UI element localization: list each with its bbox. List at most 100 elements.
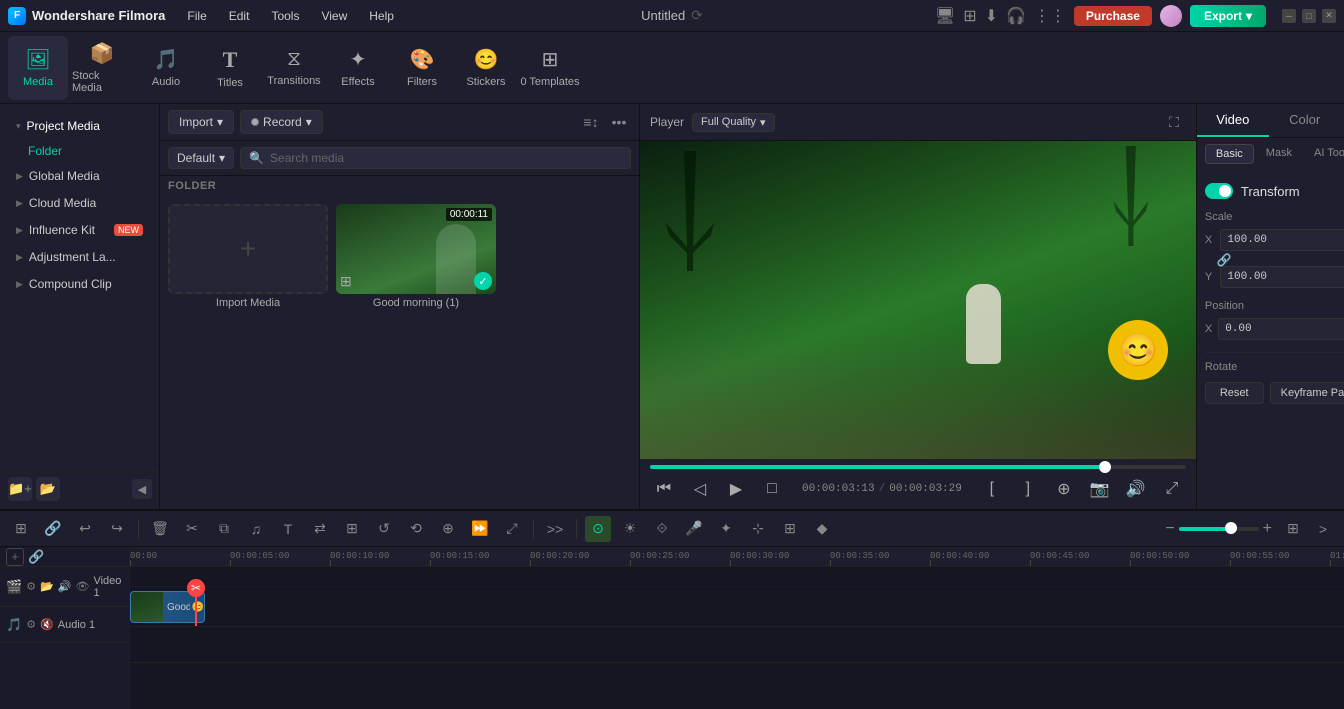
filter-sort-button[interactable]: ≡↕ [579,110,603,134]
import-media-card[interactable]: + [168,204,328,294]
play-button[interactable]: ▶ [722,475,750,503]
scale-y-input[interactable] [1220,266,1344,288]
import-button[interactable]: Import ▾ [168,110,234,134]
minimize-button[interactable]: ─ [1282,9,1296,23]
fullscreen-button[interactable]: ⤢ [1158,475,1186,503]
zoom-in-button[interactable]: + [1263,520,1272,538]
tl-ai-button[interactable]: ✦ [713,516,739,542]
user-avatar[interactable] [1160,5,1182,27]
tl-redo-button[interactable]: ↪ [104,516,130,542]
tl-audio-button[interactable]: ♫ [243,516,269,542]
mark-in-button[interactable]: [ [978,475,1006,503]
tl-keyframe-button[interactable]: ◆ [809,516,835,542]
quality-select[interactable]: Full Quality ▾ [692,113,775,132]
tl-loop-button[interactable]: ⟲ [403,516,429,542]
pos-x-input[interactable] [1218,318,1344,340]
keyframe-button[interactable]: Keyframe Panel [1270,382,1344,404]
sidebar-folder[interactable]: Folder [0,140,159,162]
export-button[interactable]: Export ▾ [1190,5,1266,27]
video-track-settings-icon[interactable]: ⚙ [26,580,36,593]
tl-motion-track-button[interactable]: ⊹ [745,516,771,542]
video-track[interactable]: ✂ Good ... 😊 [130,587,1344,627]
tab-color[interactable]: Color [1269,104,1341,137]
media-thumbnail-0[interactable]: 00:00:11 ✓ ⊞ [336,204,496,294]
timeline-scroll-area[interactable]: 00:00 00:00:05:00 00:00:10:00 00:00:15:0… [130,547,1344,709]
tl-link-icon[interactable]: 🔗 [28,549,44,565]
zoom-slider[interactable] [1179,527,1259,531]
playhead[interactable]: ✂ [195,587,197,626]
tl-fullscreen-button[interactable]: ⤢ [499,516,525,542]
tl-grid-view-button[interactable]: ⊞ [1280,516,1306,542]
toolbar-audio[interactable]: 🎵 Audio [136,36,196,100]
sidebar-item-cloud-media[interactable]: ▶ Cloud Media [4,190,155,216]
frame-back-button[interactable]: ◁ [686,475,714,503]
tl-copy-button[interactable]: ⊕ [435,516,461,542]
tl-track-add-button[interactable]: + [6,548,24,566]
toolbar-transitions[interactable]: ⧖ Transitions [264,36,324,100]
menu-tools[interactable]: Tools [261,5,309,27]
tl-add-track-button[interactable]: ⊞ [8,516,34,542]
tl-voice-button[interactable]: 🎤 [681,516,707,542]
tl-fit-button[interactable]: ⊞ [339,516,365,542]
audio-track[interactable] [130,627,1344,663]
toolbar-filters[interactable]: 🎨 Filters [392,36,452,100]
sidebar-item-influence-kit[interactable]: ▶ Influence Kit NEW [4,217,155,243]
progress-bar[interactable] [650,465,1186,469]
tab-speed[interactable]: Speed [1341,104,1344,137]
video-track-import-icon[interactable]: 📂 [40,580,54,593]
snapshot-button[interactable]: □ [758,475,786,503]
tl-reverse-button[interactable]: ↺ [371,516,397,542]
audio-track-settings-icon[interactable]: ⚙ [26,618,36,631]
tl-snap-button[interactable]: ⊙ [585,516,611,542]
search-box[interactable]: 🔍 [240,147,631,169]
purchase-button[interactable]: Purchase [1074,6,1152,26]
transform-toggle[interactable] [1205,183,1233,199]
audio-track-mute-icon[interactable]: 🔇 [40,618,54,631]
import-folder-button[interactable]: 📂 [36,477,60,501]
zoom-out-button[interactable]: − [1165,520,1174,538]
tl-more-button[interactable]: >> [542,516,568,542]
tab-video[interactable]: Video [1197,104,1269,137]
toolbar-stock-media[interactable]: 📦 Stock Media [72,36,132,100]
menu-view[interactable]: View [311,5,357,27]
menu-file[interactable]: File [177,5,216,27]
skip-back-button[interactable]: ⏮ [650,475,678,503]
tl-ripple-button[interactable]: ☀ [617,516,643,542]
screenshot-button[interactable]: 📷 [1086,475,1114,503]
tl-undo-button[interactable]: ↩ [72,516,98,542]
tl-collapse-button[interactable]: > [1310,516,1336,542]
sidebar-item-compound-clip[interactable]: ▶ Compound Clip [4,271,155,297]
video-track-audio-icon[interactable]: 🔊 [58,580,72,593]
close-button[interactable]: ✕ [1322,9,1336,23]
toolbar-effects[interactable]: ✦ Effects [328,36,388,100]
sidebar-item-project-media[interactable]: ▾ Project Media [4,113,155,139]
tl-mark-button[interactable]: ⟐ [649,516,675,542]
toolbar-stickers[interactable]: 😊 Stickers [456,36,516,100]
menu-edit[interactable]: Edit [219,5,260,27]
tl-delete-button[interactable]: 🗑 [147,516,173,542]
view-mode-select[interactable]: Default ▾ [168,147,234,169]
search-input[interactable] [270,151,622,165]
sub-tab-basic[interactable]: Basic [1205,144,1254,164]
sidebar-item-adjustment[interactable]: ▶ Adjustment La... [4,244,155,270]
zoom-handle[interactable] [1225,522,1237,534]
record-button[interactable]: Record ▾ [240,110,323,134]
insert-button[interactable]: ⊕ [1050,475,1078,503]
menu-help[interactable]: Help [359,5,404,27]
sub-tab-mask[interactable]: Mask [1256,144,1302,164]
progress-handle[interactable] [1099,461,1111,473]
tl-crop-button[interactable]: ⧉ [211,516,237,542]
toolbar-media[interactable]: 🖼 Media [8,36,68,100]
add-folder-button[interactable]: 📁+ [8,477,32,501]
tl-screen-rec-button[interactable]: ⊞ [777,516,803,542]
collapse-panel-button[interactable]: ◀ [132,479,152,499]
tl-speed-button[interactable]: ⏩ [467,516,493,542]
tl-link-button[interactable]: 🔗 [40,516,66,542]
sidebar-item-global-media[interactable]: ▶ Global Media [4,163,155,189]
audio-button[interactable]: 🔊 [1122,475,1150,503]
toolbar-titles[interactable]: T Titles [200,36,260,100]
mark-out-button[interactable]: ] [1014,475,1042,503]
sub-tab-ai-tools[interactable]: AI Tools [1304,144,1344,164]
video-track-visible-icon[interactable]: 👁 [75,580,89,593]
tl-replace-button[interactable]: ⇄ [307,516,333,542]
